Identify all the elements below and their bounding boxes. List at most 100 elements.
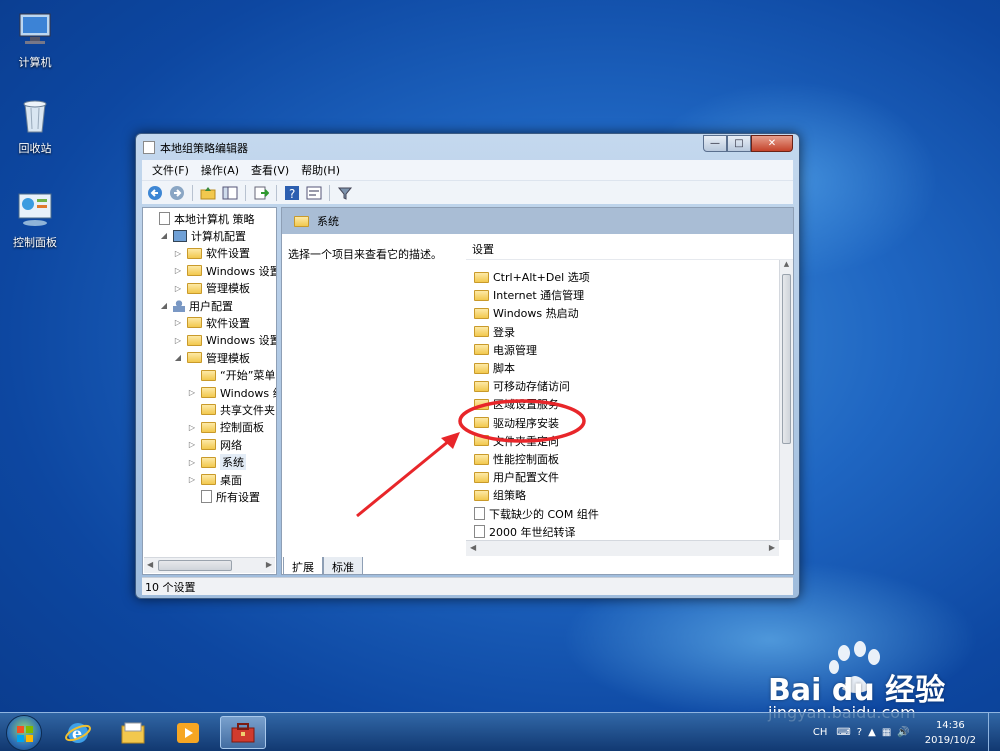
expand-icon[interactable]: ▷ — [173, 249, 183, 258]
network-icon[interactable]: ▦ — [879, 727, 894, 738]
scroll-left-icon[interactable]: ◀ — [147, 560, 153, 569]
policy-doc-icon — [159, 212, 170, 225]
list-item[interactable]: 驱动程序安装 — [470, 414, 559, 432]
list-horizontal-scrollbar[interactable]: ◀ ▶ — [466, 540, 779, 556]
language-indicator[interactable]: CH — [807, 727, 834, 738]
show-desktop-button[interactable] — [988, 713, 1000, 751]
keyboard-icon[interactable]: ⌨ — [833, 727, 853, 738]
tree-item[interactable]: ▷ Windows 组 — [187, 384, 276, 401]
folder-icon — [187, 334, 202, 346]
clock[interactable]: 14:36 2019/10/2 — [913, 718, 988, 748]
maximize-button[interactable]: □ — [727, 135, 751, 152]
list-item[interactable]: 可移动存储访问 — [470, 377, 570, 395]
taskbar-internet-explorer[interactable]: e — [55, 716, 101, 749]
menu-action[interactable]: 操作(A) — [195, 162, 245, 178]
tree-item[interactable]: ◢ 管理模板 — [173, 349, 250, 366]
expand-icon[interactable]: ▷ — [173, 318, 183, 327]
scroll-left-icon[interactable]: ◀ — [470, 543, 476, 552]
tree-item[interactable]: 共享文件夹 — [187, 401, 275, 418]
expand-icon[interactable]: ▷ — [173, 284, 183, 293]
list-item[interactable]: Ctrl+Alt+Del 选项 — [470, 268, 590, 286]
tree-item[interactable]: ▷ 系统 — [187, 454, 246, 471]
tab-extended[interactable]: 扩展 — [283, 557, 323, 575]
show-hide-tree-icon[interactable] — [221, 184, 239, 202]
list-item[interactable]: 区域设置服务 — [470, 395, 559, 413]
tab-standard[interactable]: 标准 — [323, 557, 363, 575]
column-header-settings[interactable]: 设置 — [466, 238, 793, 260]
tree-item[interactable]: ▷ Windows 设置 — [173, 262, 276, 279]
tree-item[interactable]: ▷ 控制面板 — [187, 419, 264, 436]
up-folder-icon[interactable] — [199, 184, 217, 202]
list-item[interactable]: Windows 热启动 — [470, 304, 579, 322]
windows-logo-icon — [17, 726, 33, 742]
list-item[interactable]: 登录 — [470, 323, 515, 341]
expand-icon[interactable]: ▷ — [187, 458, 197, 467]
expand-icon[interactable]: ▷ — [173, 336, 183, 345]
expand-icon[interactable]: ▷ — [173, 266, 183, 275]
tree-item[interactable]: ▷ 管理模板 — [173, 280, 250, 297]
taskbar-explorer[interactable] — [110, 716, 156, 749]
collapse-icon[interactable]: ◢ — [173, 353, 183, 362]
scroll-right-icon[interactable]: ▶ — [769, 543, 775, 552]
tree-item[interactable]: ▷ 桌面 — [187, 471, 242, 488]
tree-item[interactable]: 所有设置 — [187, 488, 260, 505]
taskbar-policy-editor[interactable] — [220, 716, 266, 749]
list-item[interactable]: 电源管理 — [470, 341, 537, 359]
scroll-right-icon[interactable]: ▶ — [266, 560, 272, 569]
tree-item[interactable]: ◢ 用户配置 — [159, 297, 233, 314]
folder-icon — [474, 326, 489, 338]
list-item[interactable]: 2000 年世纪转译 — [470, 523, 576, 541]
minimize-button[interactable]: — — [703, 135, 727, 152]
title-bar[interactable]: 本地组策略编辑器 — □ ✕ — [136, 134, 799, 160]
expand-icon[interactable]: ▷ — [187, 388, 197, 397]
expand-icon[interactable]: ▷ — [187, 440, 197, 449]
tree-item[interactable]: ▷ Windows 设置 — [173, 332, 276, 349]
properties-icon[interactable] — [305, 184, 323, 202]
menu-bar: 文件(F) 操作(A) 查看(V) 帮助(H) — [142, 160, 793, 180]
list-item[interactable]: 脚本 — [470, 359, 515, 377]
list-item[interactable]: 下载缺少的 COM 组件 — [470, 505, 599, 523]
taskbar: e CH ⌨ ? ▲ ▦ 🔊 14:36 2019/10/2 — [0, 712, 1000, 751]
list-item[interactable]: 文件夹重定向 — [470, 432, 559, 450]
list-item-label: 下载缺少的 COM 组件 — [489, 507, 599, 521]
folder-icon — [201, 387, 216, 398]
list-item[interactable]: 用户配置文件 — [470, 468, 559, 486]
folder-icon — [474, 435, 489, 447]
menu-help[interactable]: 帮助(H) — [295, 162, 346, 178]
list-item[interactable]: 性能控制面板 — [470, 450, 559, 468]
collapse-icon[interactable]: ◢ — [159, 231, 169, 240]
taskbar-media-player[interactable] — [165, 716, 211, 749]
tree-item[interactable]: ▷ 软件设置 — [173, 314, 250, 331]
back-icon[interactable] — [146, 184, 164, 202]
tree-item[interactable]: ▷ 网络 — [187, 436, 242, 453]
export-icon[interactable] — [252, 184, 270, 202]
filter-icon[interactable] — [336, 184, 354, 202]
close-button[interactable]: ✕ — [751, 135, 793, 152]
list-item[interactable]: 组策略 — [470, 486, 526, 504]
tree-horizontal-scrollbar[interactable]: ◀ ▶ — [144, 557, 275, 573]
tree-item[interactable]: ▷ 软件设置 — [173, 245, 250, 262]
vertical-scrollbar[interactable]: ▲ — [779, 260, 793, 540]
tree-item[interactable]: 本地计算机 策略 — [145, 210, 255, 227]
expand-icon[interactable]: ▷ — [187, 423, 197, 432]
desktop-icon-recycle-bin[interactable]: 回收站 — [3, 96, 67, 156]
desktop-icon-computer[interactable]: 计算机 — [3, 10, 67, 70]
volume-icon[interactable]: 🔊 — [894, 727, 912, 738]
expand-icon[interactable]: ▷ — [187, 475, 197, 484]
start-button[interactable] — [6, 715, 42, 751]
help-icon[interactable]: ? — [283, 184, 301, 202]
tree-item[interactable]: ◢ 计算机配置 — [159, 227, 246, 244]
collapse-icon[interactable]: ◢ — [159, 301, 169, 310]
forward-icon[interactable] — [168, 184, 186, 202]
scroll-up-icon[interactable]: ▲ — [780, 260, 793, 268]
scroll-thumb[interactable] — [158, 560, 232, 571]
scroll-thumb[interactable] — [782, 274, 791, 444]
desktop-icon-control-panel[interactable]: 控制面板 — [3, 190, 67, 250]
tree-item-label: 管理模板 — [206, 282, 250, 296]
menu-view[interactable]: 查看(V) — [245, 162, 295, 178]
tree-item[interactable]: “开始”菜单 — [187, 367, 275, 384]
help-tray-icon[interactable]: ? — [854, 727, 865, 738]
menu-file[interactable]: 文件(F) — [146, 162, 195, 178]
expand-tray-icon[interactable]: ▲ — [865, 727, 879, 738]
list-item[interactable]: Internet 通信管理 — [470, 286, 584, 304]
